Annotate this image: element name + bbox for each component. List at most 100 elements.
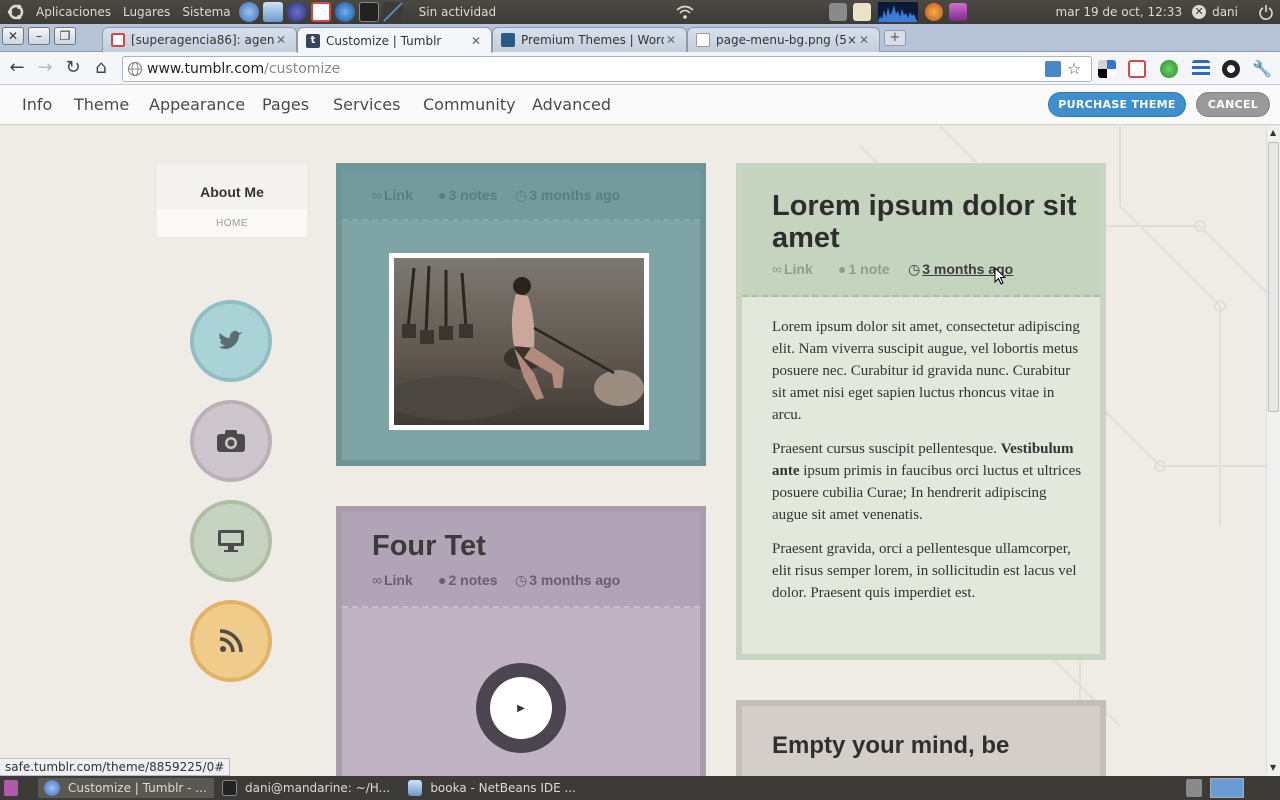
gmail-launcher-icon[interactable] <box>310 2 331 22</box>
menu-aplicaciones[interactable]: Aplicaciones <box>30 5 117 19</box>
tab-page-menu-bg[interactable]: page-menu-bg.png (5×38) ✕ <box>687 27 880 52</box>
delicious-icon[interactable] <box>1098 60 1116 78</box>
post-link-label[interactable]: ∞ Link <box>772 261 813 277</box>
firefox-tray-icon[interactable] <box>924 3 943 21</box>
nav-theme[interactable]: Theme <box>74 95 129 114</box>
post-notes[interactable]: ● 3 notes <box>438 187 497 203</box>
menu-sistema[interactable]: Sistema <box>176 5 236 19</box>
ubuntu-logo-icon[interactable] <box>6 2 26 22</box>
play-icon[interactable]: ▶ <box>490 677 552 739</box>
bookmark-star-icon[interactable]: ☆ <box>1067 61 1083 77</box>
post-age[interactable]: ◷ 3 months ago <box>515 572 620 589</box>
taskbar-label: Customize | Tumblr - ... <box>68 781 207 795</box>
settings-extension-icon[interactable] <box>1222 60 1240 78</box>
green-extension-icon[interactable] <box>1160 60 1178 78</box>
wifi-icon[interactable] <box>676 4 694 20</box>
show-desktop-icon[interactable] <box>4 780 18 796</box>
nav-info[interactable]: Info <box>22 95 52 114</box>
post-link-label[interactable]: ∞ Link <box>372 572 413 588</box>
post-age[interactable]: ◷ 3 months ago <box>515 187 620 204</box>
clock[interactable]: mar 19 de oct, 12:33 <box>1056 5 1183 19</box>
window-minimize-button[interactable]: – <box>28 27 50 45</box>
post-notes[interactable]: ● 2 notes <box>438 572 497 588</box>
age-label: 3 months ago <box>529 572 621 588</box>
terminal-icon <box>222 780 237 796</box>
twitter-icon[interactable] <box>190 300 272 382</box>
notes-tray-icon[interactable] <box>852 3 871 21</box>
audio-player[interactable]: ▶ <box>476 663 566 753</box>
clock-icon: ◷ <box>515 572 528 588</box>
notes-icon: ● <box>438 572 447 588</box>
scroll-thumb[interactable] <box>1268 142 1279 412</box>
post-type: Link <box>383 572 413 588</box>
page-action-icon[interactable] <box>1045 61 1061 77</box>
nav-services[interactable]: Services <box>333 95 400 114</box>
clock-icon: ◷ <box>515 187 528 203</box>
nav-pages[interactable]: Pages <box>262 95 309 114</box>
audio-post-title[interactable]: Four Tet <box>372 530 486 563</box>
power-icon[interactable] <box>1258 4 1274 20</box>
globe-launcher-icon[interactable] <box>334 2 355 22</box>
post-link-label[interactable]: ∞ Link <box>372 187 413 203</box>
back-icon[interactable]: ← <box>6 57 28 79</box>
post-notes[interactable]: ● 1 note <box>838 261 890 277</box>
new-tab-button[interactable]: + <box>884 30 906 46</box>
workspace-switcher-icon[interactable] <box>1210 778 1244 798</box>
rss-icon[interactable] <box>190 600 272 682</box>
notes-icon: ● <box>838 261 847 277</box>
menu-lugares[interactable]: Lugares <box>117 5 176 19</box>
taskbar-item-terminal[interactable]: dani@mandarine: ~/H... <box>216 778 396 798</box>
taskbar-item-netbeans[interactable]: booka - NetBeans IDE ... <box>402 778 582 798</box>
window-close-button[interactable]: ✕ <box>2 27 24 45</box>
wrench-icon[interactable]: 🔧 <box>1252 60 1272 78</box>
quote-post-title[interactable]: Empty your mind, be <box>772 732 1009 760</box>
forward-icon[interactable]: → <box>34 57 56 79</box>
gnome-top-panel: Aplicaciones Lugares Sistema Sin activid… <box>0 0 1280 24</box>
close-icon[interactable]: ✕ <box>857 33 871 47</box>
theme-preview[interactable]: About Me HOME ∞ Link ● 3 notes ◷ 3 months a… <box>0 126 1266 776</box>
page-scrollbar[interactable]: ▲ ▼ <box>1266 126 1280 776</box>
taskbar-item-chrome[interactable]: Customize | Tumblr - ... <box>38 778 214 798</box>
user-status-icon[interactable]: ✕ <box>1192 5 1207 19</box>
nav-community[interactable]: Community <box>423 95 516 114</box>
about-me-title: About Me <box>200 184 264 200</box>
close-icon[interactable]: ✕ <box>664 33 678 47</box>
close-icon[interactable]: ✕ <box>274 33 288 47</box>
camera-icon[interactable] <box>190 400 272 482</box>
post-photo[interactable] <box>384 253 649 430</box>
nav-advanced[interactable]: Advanced <box>532 95 611 114</box>
purchase-theme-button[interactable]: PURCHASE THEME <box>1048 92 1186 117</box>
notes-icon: ● <box>438 187 447 203</box>
tab-tumblr-customize[interactable]: t Customize | Tumblr ✕ <box>297 27 492 53</box>
close-icon[interactable]: ✕ <box>469 34 483 48</box>
player-tray-icon[interactable] <box>948 3 967 21</box>
text-post-title[interactable]: Lorem ipsum dolor sit amet <box>772 190 1082 254</box>
gmail-checker-icon[interactable] <box>1128 60 1146 78</box>
netbeans-launcher-icon[interactable] <box>262 2 283 22</box>
pen-launcher-icon[interactable] <box>382 2 403 22</box>
tab-premium-themes[interactable]: Premium Themes | Wordp... ✕ <box>492 27 687 52</box>
reload-icon[interactable]: ↻ <box>62 57 84 79</box>
scroll-down-icon[interactable]: ▼ <box>1270 763 1276 772</box>
scroll-up-icon[interactable]: ▲ <box>1270 128 1276 137</box>
monitor-icon[interactable] <box>190 500 272 582</box>
address-bar[interactable]: www.tumblr.com/customize ☆ <box>122 56 1092 82</box>
nav-appearance[interactable]: Appearance <box>149 95 245 114</box>
cancel-button[interactable]: CANCEL <box>1196 92 1270 117</box>
trash-icon[interactable] <box>1186 779 1202 797</box>
tab-title: [superagencia86]: agenda... <box>131 33 274 47</box>
paragraph-text: Praesent cursus suscipit pellentesque. <box>772 441 997 457</box>
tab-gmail[interactable]: [superagencia86]: agenda... ✕ <box>102 27 297 52</box>
home-link[interactable]: HOME <box>157 210 307 237</box>
user-name[interactable]: dani <box>1212 5 1238 19</box>
window-restore-button[interactable]: ❐ <box>54 27 76 45</box>
chromium-launcher-icon[interactable] <box>238 2 259 22</box>
buffer-icon[interactable] <box>1192 60 1210 78</box>
eclipse-launcher-icon[interactable] <box>286 2 307 22</box>
system-monitor-icon[interactable] <box>877 2 918 22</box>
terminal-launcher-icon[interactable] <box>358 2 379 22</box>
home-icon[interactable]: ⌂ <box>90 57 112 79</box>
tumblr-icon: t <box>306 33 320 48</box>
notes-count: 2 notes <box>448 572 498 588</box>
screenshot-tray-icon[interactable] <box>828 3 847 21</box>
